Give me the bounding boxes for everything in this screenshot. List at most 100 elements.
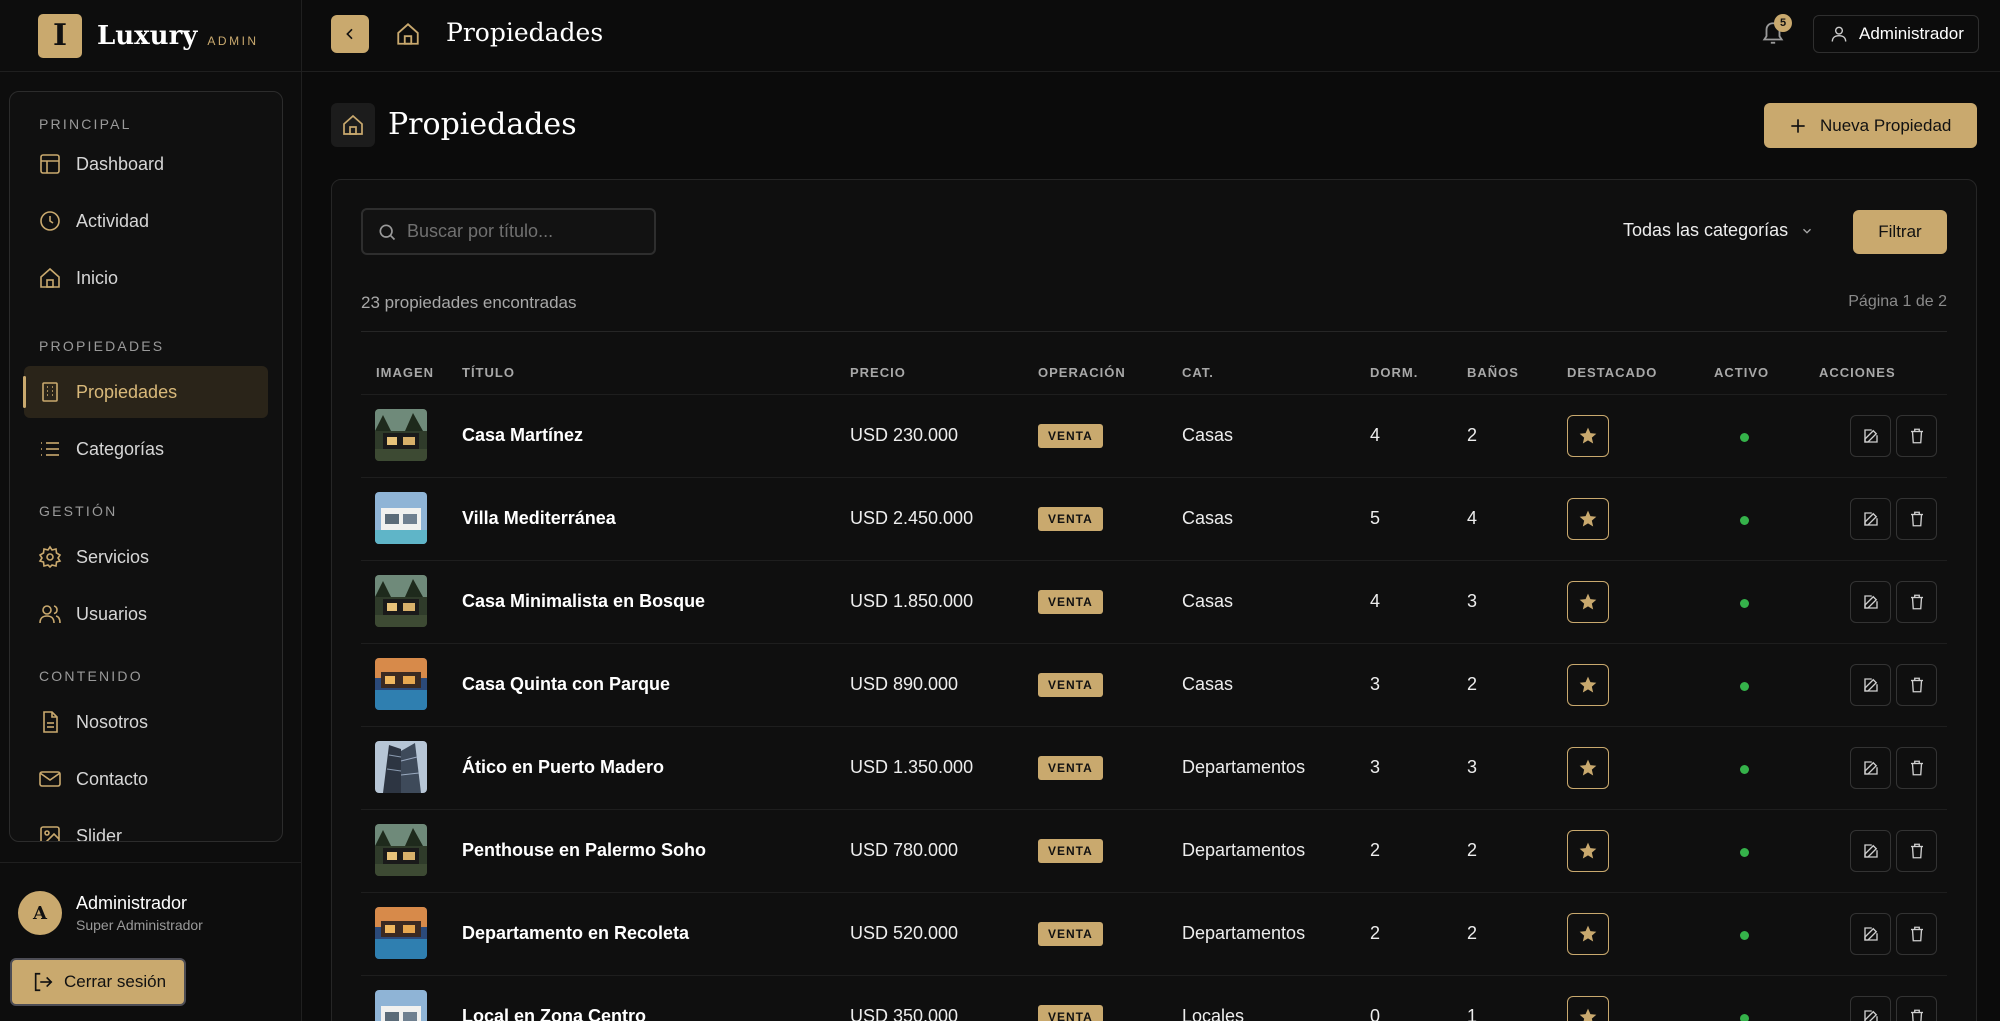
image-icon <box>40 826 60 841</box>
edit-button[interactable] <box>1850 498 1891 540</box>
star-icon <box>1579 593 1597 610</box>
users-icon <box>39 605 61 624</box>
sidebar-item-slider[interactable]: Slider <box>24 810 268 841</box>
edit-button[interactable] <box>1850 415 1891 457</box>
edit-button[interactable] <box>1850 581 1891 623</box>
table-row[interactable]: Penthouse en Palermo Soho USD 780.000 VE… <box>361 809 1947 892</box>
edit-button[interactable] <box>1850 996 1891 1021</box>
property-category: Departamentos <box>1182 923 1306 943</box>
property-title[interactable]: Local en Zona Centro <box>462 1006 646 1021</box>
active-status-dot <box>1740 516 1749 525</box>
property-title[interactable]: Casa Martínez <box>462 425 583 446</box>
sidebar-item-contacto[interactable]: Contacto <box>24 753 268 805</box>
sidebar-item-inicio[interactable]: Inicio <box>24 252 268 304</box>
star-icon <box>1579 427 1597 444</box>
property-title[interactable]: Ático en Puerto Madero <box>462 757 664 778</box>
featured-toggle[interactable] <box>1567 913 1609 955</box>
page-breadcrumb-title: Propiedades <box>446 18 604 47</box>
property-thumbnail <box>375 409 427 461</box>
property-thumbnail <box>375 658 427 710</box>
delete-button[interactable] <box>1896 747 1937 789</box>
logout-button[interactable]: Cerrar sesión <box>10 958 186 1006</box>
property-category: Casas <box>1182 591 1234 611</box>
section-title-principal: PRINCIPAL <box>39 116 132 132</box>
operation-badge: VENTA <box>1038 839 1103 863</box>
property-thumbnail <box>375 824 427 876</box>
table-row[interactable]: Departamento en Recoleta USD 520.000 VEN… <box>361 892 1947 975</box>
table-row[interactable]: Villa Mediterránea USD 2.450.000 VENTA C… <box>361 477 1947 560</box>
property-bedrooms: 4 <box>1370 425 1381 445</box>
delete-button[interactable] <box>1896 830 1937 872</box>
star-icon <box>1579 1008 1597 1021</box>
edit-button[interactable] <box>1850 664 1891 706</box>
table-row[interactable]: Ático en Puerto Madero USD 1.350.000 VEN… <box>361 726 1947 809</box>
property-title[interactable]: Casa Quinta con Parque <box>462 674 670 695</box>
collapse-sidebar-button[interactable] <box>331 15 369 53</box>
brand[interactable]: I Luxury ADMIN <box>0 0 301 72</box>
properties-card: Todas las categorías Filtrar 23 propieda… <box>331 179 1977 1021</box>
property-thumbnail <box>375 575 427 627</box>
delete-button[interactable] <box>1896 913 1937 955</box>
sidebar-item-label: Categorías <box>76 438 165 459</box>
column-header-titulo: TÍTULO <box>462 365 515 380</box>
user-menu-button[interactable]: Administrador <box>1813 15 1979 53</box>
brand-subtitle: ADMIN <box>207 33 259 48</box>
edit-icon <box>1863 678 1878 692</box>
operation-badge: VENTA <box>1038 756 1103 780</box>
property-baths: 2 <box>1467 840 1478 860</box>
active-status-dot <box>1740 848 1749 857</box>
edit-button[interactable] <box>1850 913 1891 955</box>
property-baths: 4 <box>1467 508 1478 528</box>
property-title[interactable]: Departamento en Recoleta <box>462 923 689 944</box>
property-title[interactable]: Penthouse en Palermo Soho <box>462 840 706 861</box>
home-icon <box>40 267 60 288</box>
delete-button[interactable] <box>1896 498 1937 540</box>
column-header-activo: ACTIVO <box>1714 365 1770 380</box>
sidebar-item-categorias[interactable]: Categorías <box>24 423 268 475</box>
table-row[interactable]: Casa Martínez USD 230.000 VENTA Casas 4 … <box>361 394 1947 477</box>
sidebar-item-propiedades[interactable]: Propiedades <box>23 366 268 418</box>
star-icon <box>1579 676 1597 693</box>
column-header-precio: PRECIO <box>850 365 906 380</box>
table-row[interactable]: Casa Quinta con Parque USD 890.000 VENTA… <box>361 643 1947 726</box>
featured-toggle[interactable] <box>1567 498 1609 540</box>
table-row[interactable]: Casa Minimalista en Bosque USD 1.850.000… <box>361 560 1947 643</box>
delete-button[interactable] <box>1896 996 1937 1021</box>
property-title[interactable]: Casa Minimalista en Bosque <box>462 591 705 612</box>
featured-toggle[interactable] <box>1567 664 1609 706</box>
search-input[interactable] <box>407 221 647 242</box>
featured-toggle[interactable] <box>1567 747 1609 789</box>
trash-icon <box>1910 677 1923 693</box>
user-menu-label: Administrador <box>1859 24 1964 43</box>
avatar: A <box>18 891 62 935</box>
property-title[interactable]: Villa Mediterránea <box>462 508 616 529</box>
table-row[interactable]: Local en Zona Centro USD 350.000 VENTA L… <box>361 975 1947 1021</box>
topbar: Propiedades 5 Administrador <box>302 0 2000 72</box>
active-status-dot <box>1740 599 1749 608</box>
delete-button[interactable] <box>1896 415 1937 457</box>
search-field[interactable] <box>361 208 656 255</box>
delete-button[interactable] <box>1896 664 1937 706</box>
edit-button[interactable] <box>1850 747 1891 789</box>
featured-toggle[interactable] <box>1567 415 1609 457</box>
category-select[interactable]: Todas las categorías <box>1623 220 1814 241</box>
property-price: USD 230.000 <box>850 425 959 445</box>
breadcrumb-home[interactable] <box>395 21 421 52</box>
featured-toggle[interactable] <box>1567 581 1609 623</box>
sidebar-item-nosotros[interactable]: Nosotros <box>24 696 268 748</box>
featured-toggle[interactable] <box>1567 830 1609 872</box>
delete-button[interactable] <box>1896 581 1937 623</box>
sidebar-item-label: Usuarios <box>76 603 148 624</box>
sidebar-item-usuarios[interactable]: Usuarios <box>24 588 268 640</box>
star-icon <box>1579 925 1597 942</box>
sidebar-item-dashboard[interactable]: Dashboard <box>24 138 268 190</box>
new-property-button[interactable]: Nueva Propiedad <box>1764 103 1977 148</box>
filter-button[interactable]: Filtrar <box>1853 210 1947 254</box>
sidebar-item-servicios[interactable]: Servicios <box>24 531 268 583</box>
sidebar-item-actividad[interactable]: Actividad <box>24 195 268 247</box>
featured-toggle[interactable] <box>1567 996 1609 1021</box>
edit-button[interactable] <box>1850 830 1891 872</box>
section-title-contenido: CONTENIDO <box>39 668 143 684</box>
list-icon <box>41 442 59 456</box>
edit-icon <box>1863 844 1878 858</box>
